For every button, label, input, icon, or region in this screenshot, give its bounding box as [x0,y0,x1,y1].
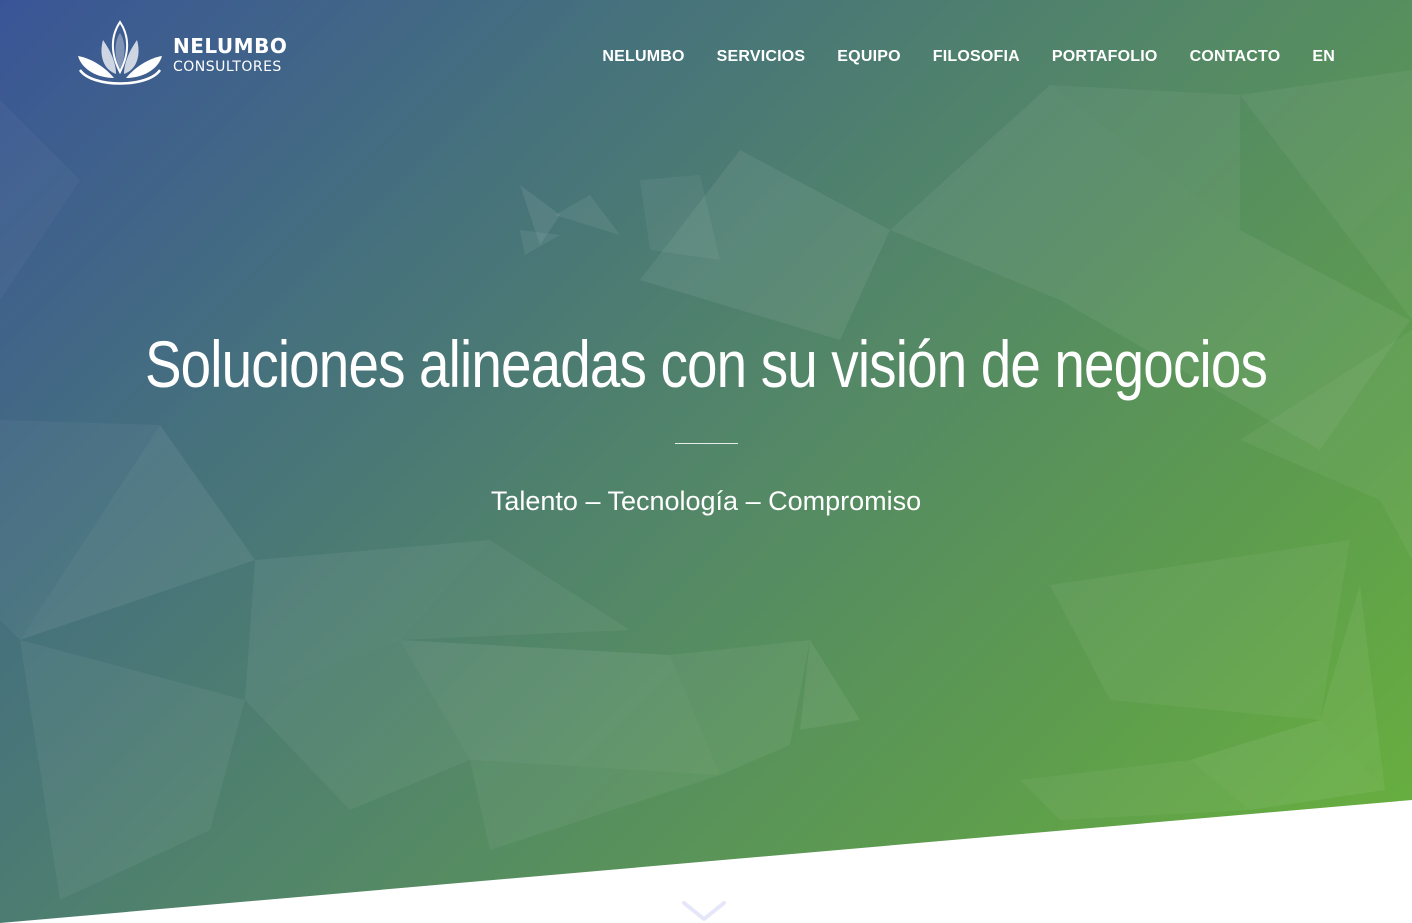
nav-item-servicios: SERVICIOS [717,47,806,67]
nav-item-language: EN [1312,47,1335,67]
lotus-icon [78,20,162,85]
nav-item-nelumbo: NELUMBO [602,47,684,67]
chevron-down-icon[interactable] [681,898,727,923]
language-switch-link[interactable]: EN [1312,48,1335,65]
logo-name: NELUMBO [173,34,288,58]
main-nav: NELUMBO SERVICIOS EQUIPO FILOSOFIA PORTA… [602,47,1335,67]
nav-link-portafolio[interactable]: PORTAFOLIO [1052,48,1158,65]
nav-item-portafolio: PORTAFOLIO [1052,47,1158,67]
nav-link-servicios[interactable]: SERVICIOS [717,48,806,65]
polygon-background-pattern [0,70,1412,900]
logo-subtitle: CONSULTORES [173,59,282,75]
nav-link-nelumbo[interactable]: NELUMBO [602,48,684,65]
hero-tagline: Talento – Tecnología – Compromiso [490,486,922,516]
hero-headline: Soluciones alineadas con su visión de ne… [144,327,1268,401]
nav-link-equipo[interactable]: EQUIPO [837,48,900,65]
nav-link-contacto[interactable]: CONTACTO [1190,48,1281,65]
nav-link-filosofia[interactable]: FILOSOFIA [933,48,1020,65]
site-header: NELUMBO CONSULTORES NELUMBO SERVICIOS EQ… [0,0,1412,115]
nav-item-equipo: EQUIPO [837,47,900,67]
hero-section [0,0,1412,923]
logo-link[interactable]: NELUMBO CONSULTORES [76,20,306,92]
nav-item-contacto: CONTACTO [1190,47,1281,67]
nav-item-filosofia: FILOSOFIA [933,47,1020,67]
hero-divider [675,443,738,444]
